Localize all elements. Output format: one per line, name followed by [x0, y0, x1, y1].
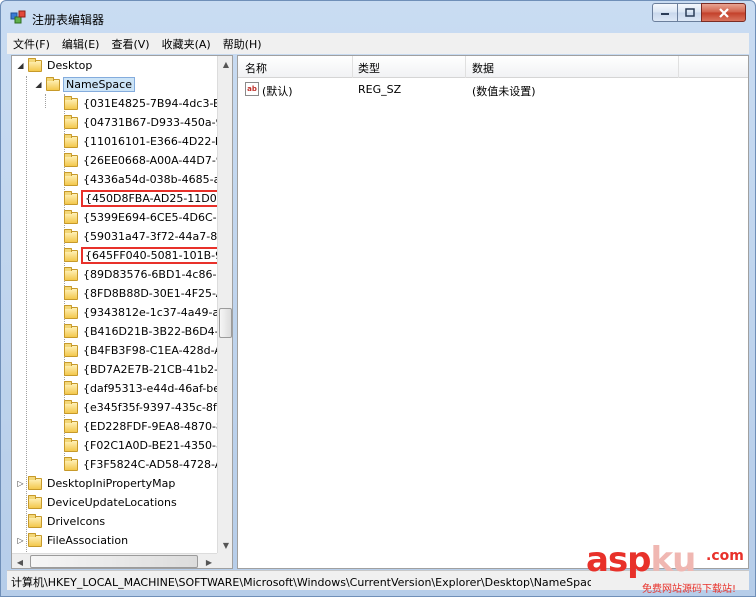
folder-icon [46, 76, 60, 91]
folder-icon [28, 57, 42, 72]
close-button[interactable] [701, 3, 746, 22]
tree-node-key[interactable]: {4336a54d-038b-4685-a [64, 170, 217, 189]
registry-editor-window: 注册表编辑器 文件(F) 编辑(E) 查看(V) 收藏夹(A) 帮助(H) ◢ … [0, 0, 756, 597]
folder-icon [28, 532, 42, 547]
watermark-logo: aspku .com 免费网站源码下载站! [586, 538, 754, 596]
folder-icon [64, 266, 78, 281]
close-icon [718, 7, 729, 18]
menu-edit[interactable]: 编辑(E) [56, 36, 106, 52]
tree-node-key[interactable]: {04731B67-D933-450a-9 [64, 113, 217, 132]
string-value-icon: ab [245, 82, 259, 96]
menu-file[interactable]: 文件(F) [7, 36, 56, 52]
window-title: 注册表编辑器 [32, 13, 105, 27]
scroll-down-icon[interactable]: ▼ [218, 537, 232, 553]
tree-node-fileassociation[interactable]: ▷ FileAssociation [16, 531, 130, 550]
tree-node-key[interactable]: {ED228FDF-9EA8-4870-8 [64, 417, 217, 436]
folder-icon [64, 399, 78, 414]
folder-icon [64, 228, 78, 243]
tree-node-key[interactable]: {B4FB3F98-C1EA-428d-A [64, 341, 217, 360]
collapse-icon[interactable]: ◢ [34, 80, 43, 89]
folder-icon [64, 323, 78, 338]
column-name-header[interactable]: 名称 [245, 60, 267, 76]
scrollbar-corner [217, 553, 232, 568]
folder-icon [28, 494, 42, 509]
folder-icon [64, 437, 78, 452]
folder-icon [64, 304, 78, 319]
vertical-scroll-thumb[interactable] [219, 308, 232, 338]
value-type: REG_SZ [358, 83, 402, 96]
folder-icon [64, 171, 78, 186]
current-key-path: 计算机\HKEY_LOCAL_MACHINE\SOFTWARE\Microsof… [11, 576, 591, 589]
tree-node-key[interactable]: {F02C1A0D-BE21-4350-8 [64, 436, 217, 455]
minimize-icon [661, 12, 669, 15]
tree-node-key[interactable]: {B416D21B-3B22-B6D4- [64, 322, 217, 341]
tree-node-key[interactable]: {daf95313-e44d-46af-be [64, 379, 217, 398]
column-data-header[interactable]: 数据 [472, 60, 494, 76]
tree-node-key[interactable]: {8FD8B88D-30E1-4F25-A [64, 284, 217, 303]
tree-node-desktop[interactable]: ◢ Desktop [16, 56, 94, 75]
folder-icon [28, 475, 42, 490]
menu-favorites[interactable]: 收藏夹(A) [156, 36, 217, 52]
folder-icon [64, 190, 78, 205]
scroll-right-icon[interactable]: ▶ [201, 554, 217, 568]
minimize-button[interactable] [652, 3, 678, 22]
tree-node-driveicons[interactable]: DriveIcons [28, 512, 107, 531]
folder-icon [64, 152, 78, 167]
tree-node-key[interactable]: {e345f35f-9397-435c-8f [64, 398, 217, 417]
folder-icon [64, 342, 78, 357]
scroll-left-icon[interactable]: ◀ [12, 554, 28, 568]
maximize-icon [684, 8, 695, 17]
collapse-icon[interactable]: ◢ [16, 61, 25, 70]
tree-node-key-highlighted[interactable]: {645FF040-5081-101B-9F [64, 246, 217, 265]
folder-icon [64, 456, 78, 471]
folder-icon [64, 133, 78, 148]
expand-icon[interactable]: ▷ [16, 479, 25, 488]
tree-node-deviceupdatelocations[interactable]: DeviceUpdateLocations [28, 493, 179, 512]
menu-bar: 文件(F) 编辑(E) 查看(V) 收藏夹(A) 帮助(H) [7, 33, 749, 54]
folder-icon [64, 285, 78, 300]
values-pane[interactable]: 名称 类型 数据 ab (默认) REG_SZ (数值未设置) [237, 55, 749, 569]
title-bar[interactable]: 注册表编辑器 [1, 1, 755, 33]
menu-help[interactable]: 帮助(H) [217, 36, 268, 52]
scroll-up-icon[interactable]: ▲ [218, 56, 232, 72]
expand-icon[interactable]: ▷ [16, 536, 25, 545]
tree-node-key[interactable]: {BD7A2E7B-21CB-41b2- [64, 360, 217, 379]
value-name: (默认) [262, 85, 293, 98]
tree-horizontal-scrollbar[interactable]: ◀ ▶ [12, 553, 217, 568]
folder-icon [64, 209, 78, 224]
tree-node-namespace[interactable]: ◢ NameSpace [34, 75, 135, 94]
tree-node-key[interactable]: {59031a47-3f72-44a7-89 [64, 227, 217, 246]
tree-node-key[interactable]: {9343812e-1c37-4a49-a [64, 303, 217, 322]
key-tree: ◢ Desktop ◢ NameSpace {031E4825-7B94-4dc… [12, 56, 217, 553]
maximize-button[interactable] [677, 3, 702, 22]
folder-icon [64, 247, 78, 262]
tree-node-key[interactable]: {5399E694-6CE5-4D6C-8 [64, 208, 217, 227]
tree-node-key[interactable]: {F3F5824C-AD58-4728-A [64, 455, 217, 474]
value-data: (数值未设置) [472, 85, 536, 98]
watermark-brand: aspku [586, 540, 696, 580]
key-tree-pane[interactable]: ◢ Desktop ◢ NameSpace {031E4825-7B94-4dc… [11, 55, 233, 569]
watermark-slogan: 免费网站源码下载站! [642, 584, 737, 595]
value-row[interactable]: ab (默认) REG_SZ (数值未设置) [238, 80, 748, 99]
tree-node-key[interactable]: {26EE0668-A00A-44D7-9 [64, 151, 217, 170]
folder-icon [28, 513, 42, 528]
folder-icon [64, 361, 78, 376]
folder-icon [64, 380, 78, 395]
tree-node-key-highlighted[interactable]: {450D8FBA-AD25-11D0- [64, 189, 217, 208]
registry-editor-icon [10, 10, 26, 24]
tree-node-key[interactable]: {89D83576-6BD1-4c86-9 [64, 265, 217, 284]
horizontal-scroll-thumb[interactable] [30, 555, 198, 568]
watermark-domain: .com [706, 548, 744, 564]
folder-icon [64, 418, 78, 433]
menu-view[interactable]: 查看(V) [105, 36, 155, 52]
tree-vertical-scrollbar[interactable]: ▲ ▼ [217, 56, 232, 553]
tree-node-key[interactable]: {11016101-E366-4D22-B [64, 132, 217, 151]
column-header: 名称 类型 数据 [238, 56, 748, 78]
tree-node-key[interactable]: {031E4825-7B94-4dc3-B [64, 94, 217, 113]
folder-icon [64, 95, 78, 110]
column-type-header[interactable]: 类型 [358, 60, 380, 76]
folder-icon [64, 114, 78, 129]
tree-node-desktopinipropertymap[interactable]: ▷ DesktopIniPropertyMap [16, 474, 177, 493]
